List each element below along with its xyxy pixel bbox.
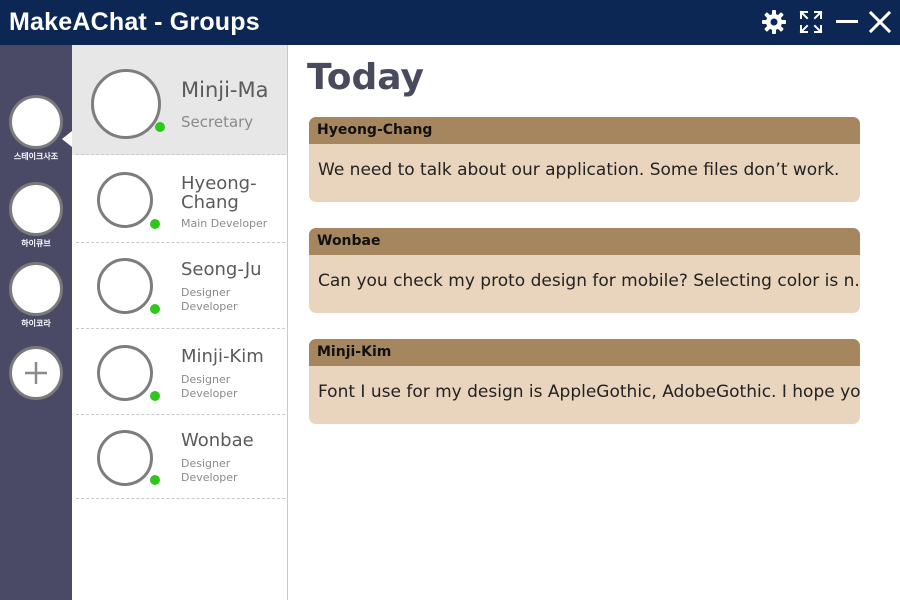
contact-item[interactable]: Minji-Kim Designer Developer — [72, 329, 287, 415]
group-label: 하이코라 — [21, 319, 51, 328]
close-icon — [868, 10, 892, 34]
message-text: Font I use for my design is AppleGothic,… — [318, 382, 860, 402]
minimize-icon — [836, 20, 858, 23]
contact-role: Designer Developer — [181, 373, 238, 400]
contact-item[interactable]: Seong-Ju Designer Developer — [72, 243, 287, 329]
title-bar: MakeAChat - Groups — [0, 0, 900, 45]
contact-item[interactable]: Wonbae Designer Developer — [72, 415, 287, 499]
avatar — [97, 258, 153, 314]
message-area: Today Hyeong-Chang We need to talk about… — [289, 45, 900, 600]
message-card[interactable]: Wonbae Can you check my proto design for… — [309, 228, 860, 313]
gear-icon — [762, 10, 786, 34]
message-sender: Hyeong-Chang — [309, 117, 860, 144]
group-item-2[interactable]: 하이큐브 — [0, 182, 72, 249]
divider — [76, 498, 285, 499]
minimize-button[interactable] — [833, 8, 861, 36]
contact-name: Wonbae — [181, 431, 254, 451]
contact-item[interactable]: Minji-Ma Secretary — [72, 45, 287, 155]
online-status-dot — [150, 475, 160, 485]
contact-name: Minji-Kim — [181, 347, 264, 367]
online-status-dot — [150, 304, 160, 314]
app-title: MakeAChat - Groups — [9, 8, 260, 36]
add-group-circle — [9, 346, 63, 400]
avatar — [97, 345, 153, 401]
group-avatar — [9, 262, 63, 316]
group-item-1[interactable]: 스테이크사조 — [0, 95, 72, 162]
group-item-3[interactable]: 하이코라 — [0, 262, 72, 329]
contact-role: Secretary — [181, 113, 254, 131]
selected-group-pointer — [62, 131, 72, 147]
avatar — [91, 69, 161, 139]
page-title: Today — [307, 57, 424, 98]
online-status-dot — [155, 122, 165, 132]
message-text: We need to talk about our application. S… — [318, 160, 840, 180]
contact-role: Main Developer — [181, 217, 268, 230]
contact-name: Seong-Ju — [181, 260, 262, 280]
group-avatar — [9, 95, 63, 149]
settings-button[interactable] — [760, 8, 788, 36]
contact-name: Hyeong-Chang — [181, 174, 257, 212]
message-text: Can you check my proto design for mobile… — [318, 271, 860, 291]
fullscreen-button[interactable] — [797, 8, 825, 36]
fullscreen-icon — [799, 10, 823, 34]
group-avatar — [9, 182, 63, 236]
close-button[interactable] — [866, 8, 894, 36]
plus-icon — [25, 362, 47, 384]
online-status-dot — [150, 219, 160, 229]
group-label: 하이큐브 — [21, 239, 51, 248]
message-sender: Minji-Kim — [309, 339, 860, 366]
group-label: 스테이크사조 — [13, 152, 59, 161]
add-group-button[interactable] — [0, 346, 72, 400]
online-status-dot — [150, 391, 160, 401]
contact-item[interactable]: Hyeong-Chang Main Developer — [72, 155, 287, 243]
message-sender: Wonbae — [309, 228, 860, 255]
message-card[interactable]: Hyeong-Chang We need to talk about our a… — [309, 117, 860, 202]
contact-name: Minji-Ma — [181, 79, 269, 101]
contact-role: Designer Developer — [181, 457, 238, 484]
contact-role: Designer Developer — [181, 286, 238, 313]
group-rail: 스테이크사조 하이큐브 하이코라 — [0, 45, 72, 600]
message-card[interactable]: Minji-Kim Font I use for my design is Ap… — [309, 339, 860, 424]
avatar — [97, 172, 153, 228]
contact-list: Minji-Ma Secretary Hyeong-Chang Main Dev… — [72, 45, 288, 600]
avatar — [97, 430, 153, 486]
